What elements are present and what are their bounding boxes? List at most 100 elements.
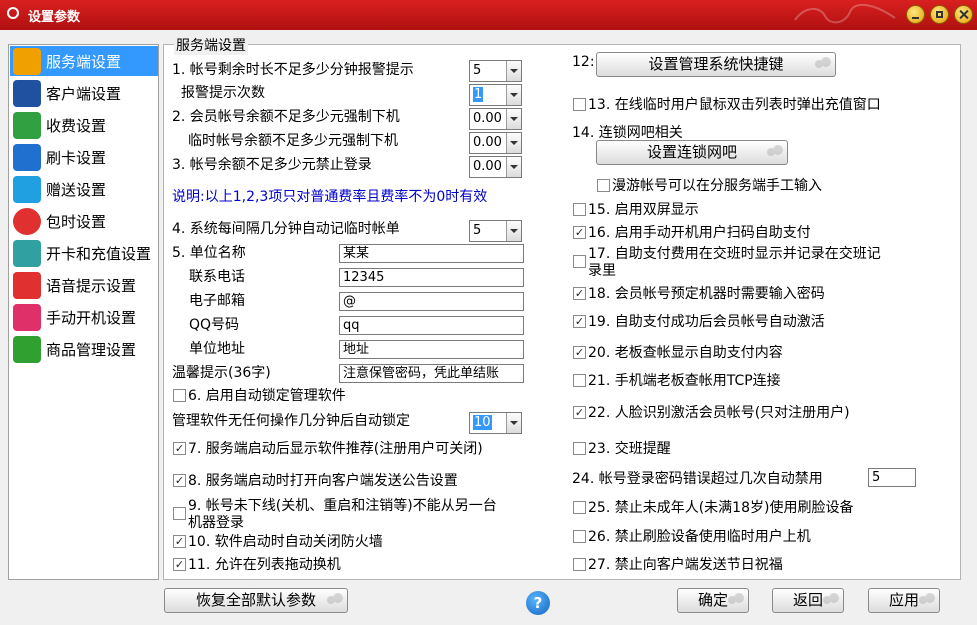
sidebar-item-manual-boot[interactable]: 手动开机设置	[10, 302, 158, 332]
sidebar-item-card[interactable]: 刷卡设置	[10, 142, 158, 172]
apply-button[interactable]: 应用	[868, 588, 940, 613]
email-label: 电子邮箱	[189, 293, 245, 309]
button-label: 应用	[888, 591, 919, 609]
server-icon	[13, 48, 41, 75]
dual-screen-checkbox[interactable]	[573, 203, 586, 216]
combo-value: 5	[473, 223, 482, 238]
cloud-decoration-icon	[327, 593, 343, 604]
microphone-icon	[13, 272, 41, 299]
drag-switch-checkbox[interactable]: ✓	[173, 558, 186, 571]
lock-minutes-select[interactable]: 10	[469, 412, 522, 434]
sidebar-item-gift[interactable]: 赠送设置	[10, 174, 158, 204]
shift-reminder-checkbox[interactable]	[573, 442, 586, 455]
sidebar-item-goods[interactable]: 商品管理设置	[10, 334, 158, 364]
send-notice-checkbox[interactable]: ✓	[173, 474, 186, 487]
hand-pointer-icon	[13, 304, 41, 331]
sidebar-item-label: 刷卡设置	[46, 149, 107, 167]
sidebar-item-label: 收费设置	[46, 117, 107, 135]
scan-pay-checkbox[interactable]: ✓	[573, 226, 586, 239]
face-temp-user-checkbox[interactable]	[573, 530, 586, 543]
set-chain-button[interactable]: 设置连锁网吧	[596, 140, 788, 165]
gift-icon	[13, 176, 41, 203]
forbid-login-label: 3. 帐号余额不足多少元禁止登录	[172, 157, 372, 173]
sidebar-item-server[interactable]: 服务端设置	[10, 46, 158, 76]
chevron-down-icon[interactable]	[506, 85, 521, 105]
restore-defaults-button[interactable]: 恢复全部默认参数	[164, 588, 348, 613]
chevron-down-icon[interactable]	[506, 109, 521, 129]
sidebar: 服务端设置 客户端设置 收费设置 刷卡设置 赠送设置 包时设置 开卡和充值设置 …	[8, 44, 159, 580]
combo-value: 1	[473, 87, 484, 102]
sidebar-item-label: 包时设置	[46, 213, 107, 231]
self-pay-shift-checkbox[interactable]	[573, 255, 586, 268]
temp-force-offline-select[interactable]: 0.00	[469, 132, 522, 154]
sidebar-item-client[interactable]: 客户端设置	[10, 78, 158, 108]
address-input[interactable]: 地址	[339, 340, 524, 359]
warm-tip-input[interactable]: 注意保管密码，凭此单结账	[339, 364, 524, 383]
sidebar-item-open-card[interactable]: 开卡和充值设置	[10, 238, 158, 268]
roaming-input-checkbox[interactable]	[597, 179, 610, 192]
sidebar-item-label: 商品管理设置	[46, 341, 137, 359]
auto-lock-checkbox[interactable]	[173, 389, 186, 402]
single-login-checkbox[interactable]	[173, 507, 186, 520]
billing-icon	[13, 112, 41, 139]
phone-input[interactable]: 12345	[339, 268, 524, 287]
temp-bill-interval-select[interactable]: 5	[469, 220, 522, 242]
button-label: 设置管理系统快捷键	[648, 55, 784, 73]
button-label: 设置连锁网吧	[646, 143, 737, 161]
lock-minutes-label: 管理软件无任何操作几分钟后自动锁定	[172, 413, 410, 429]
chevron-down-icon[interactable]	[506, 157, 521, 177]
auto-activate-checkbox[interactable]: ✓	[573, 315, 586, 328]
app-icon	[7, 7, 19, 19]
email-input[interactable]: @	[339, 292, 524, 311]
company-name-input[interactable]: 某某	[339, 244, 524, 263]
set-shortcut-button[interactable]: 设置管理系统快捷键	[596, 52, 836, 77]
chevron-down-icon[interactable]	[506, 133, 521, 153]
sidebar-item-voice[interactable]: 语音提示设置	[10, 270, 158, 300]
sidebar-item-package[interactable]: 包时设置	[10, 206, 158, 236]
sidebar-item-label: 手动开机设置	[46, 309, 137, 327]
maximize-button[interactable]	[930, 5, 949, 24]
id-card-icon	[13, 240, 41, 267]
minor-face-checkbox[interactable]	[573, 501, 586, 514]
chevron-down-icon[interactable]	[506, 221, 521, 241]
cloud-decoration-icon	[794, 3, 896, 24]
minimize-button[interactable]	[906, 5, 925, 24]
alarm-count-select[interactable]: 1	[469, 84, 522, 106]
close-button[interactable]	[954, 5, 973, 24]
chevron-down-icon[interactable]	[506, 61, 521, 81]
self-pay-shift-label-line1: 17. 自助支付费用在交班时显示并记录在交班记	[588, 246, 881, 262]
sidebar-item-label: 客户端设置	[46, 85, 122, 103]
sidebar-item-billing[interactable]: 收费设置	[10, 110, 158, 140]
window-title: 设置参数	[28, 10, 81, 25]
chevron-down-icon[interactable]	[506, 413, 521, 433]
help-icon[interactable]: ?	[526, 591, 550, 615]
scan-pay-label: 16. 启用手动开机用户扫码自助支付	[588, 225, 811, 241]
ok-button[interactable]: 确定	[677, 588, 749, 613]
combo-value: 0.00	[473, 111, 502, 126]
holiday-greeting-checkbox[interactable]	[573, 558, 586, 571]
popup-recharge-label: 13. 在线临时用户鼠标双击列表时弹出充值窗口	[588, 97, 881, 113]
monitor-icon	[13, 80, 41, 107]
auto-lock-label: 6. 启用自动锁定管理软件	[188, 388, 346, 404]
forbid-login-select[interactable]: 0.00	[469, 156, 522, 178]
popup-recharge-checkbox[interactable]	[573, 98, 586, 111]
face-activate-checkbox[interactable]: ✓	[573, 406, 586, 419]
qq-input[interactable]: qq	[339, 316, 524, 335]
tcp-connect-checkbox[interactable]	[573, 374, 586, 387]
password-error-input[interactable]: 5	[868, 468, 916, 487]
show-recommend-checkbox[interactable]: ✓	[173, 442, 186, 455]
combo-value: 0.00	[473, 159, 502, 174]
face-temp-user-label: 26. 禁止刷脸设备使用临时用户上机	[588, 529, 811, 545]
combo-value: 0.00	[473, 135, 502, 150]
alarm-minutes-select[interactable]: 5	[469, 60, 522, 82]
auto-activate-label: 19. 自助支付成功后会员帐号自动激活	[588, 314, 825, 330]
back-button[interactable]: 返回	[772, 588, 844, 613]
single-login-label-line2: 机器登录	[188, 515, 244, 531]
dual-screen-label: 15. 启用双屏显示	[588, 202, 699, 218]
close-firewall-checkbox[interactable]: ✓	[173, 535, 186, 548]
reserve-password-checkbox[interactable]: ✓	[573, 287, 586, 300]
boss-selfpay-checkbox[interactable]: ✓	[573, 346, 586, 359]
member-force-offline-select[interactable]: 0.00	[469, 108, 522, 130]
roaming-input-label: 漫游帐号可以在分服务端手工输入	[612, 178, 822, 194]
show-recommend-label: 7. 服务端启动后显示软件推荐(注册用户可关闭)	[188, 441, 483, 457]
